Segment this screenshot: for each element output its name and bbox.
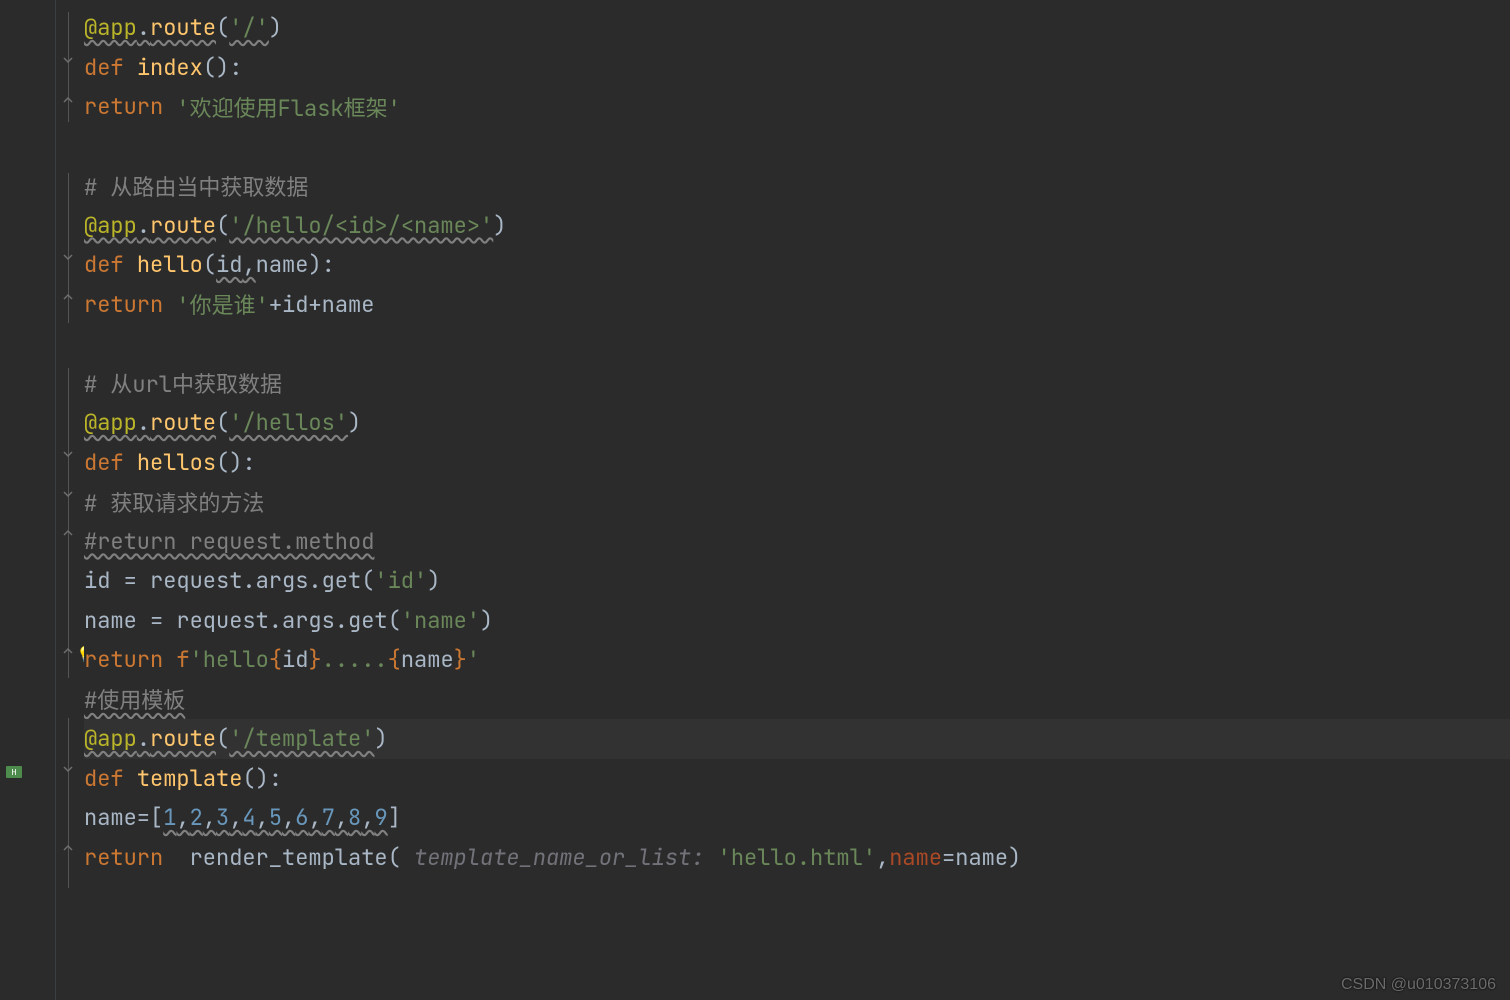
code-line[interactable]: # 从url中获取数据: [84, 364, 1510, 404]
code-line[interactable]: name=[1,2,3,4,5,6,7,8,9]: [84, 798, 1510, 838]
code-line[interactable]: # 获取请求的方法: [84, 482, 1510, 522]
gutter-left[interactable]: H: [0, 0, 56, 1000]
fold-marker-icon[interactable]: [60, 53, 76, 67]
code-line[interactable]: [84, 127, 1510, 167]
code-area[interactable]: @app.route('/') def index(): return '欢迎使…: [84, 0, 1510, 1000]
fold-end-icon: [60, 93, 76, 107]
svg-text:H: H: [12, 768, 17, 777]
code-line[interactable]: id = request.args.get('id'): [84, 561, 1510, 601]
code-line[interactable]: [84, 324, 1510, 364]
code-line[interactable]: # 从路由当中获取数据: [84, 166, 1510, 206]
watermark-text: CSDN @u010373106: [1341, 976, 1496, 994]
code-line[interactable]: return '欢迎使用Flask框架': [84, 87, 1510, 127]
fold-end-icon: [60, 841, 76, 855]
code-line[interactable]: name = request.args.get('name'): [84, 601, 1510, 641]
fold-marker-icon[interactable]: [60, 487, 76, 501]
code-line[interactable]: return f'hello{id}.....{name}': [84, 640, 1510, 680]
code-line[interactable]: return '你是谁'+id+name: [84, 285, 1510, 325]
fold-marker-icon[interactable]: [60, 762, 76, 776]
code-line[interactable]: def index():: [84, 48, 1510, 88]
code-line[interactable]: #使用模板: [84, 680, 1510, 720]
inline-parameter-hint: template_name_or_list:: [401, 843, 718, 872]
code-line[interactable]: return render_template( template_name_or…: [84, 838, 1510, 878]
code-line[interactable]: @app.route('/hello/<id>/<name>'): [84, 206, 1510, 246]
code-editor[interactable]: H 💡 @app.route('/') def index(): return …: [0, 0, 1510, 1000]
fold-marker-icon[interactable]: [60, 250, 76, 264]
fold-marker-icon[interactable]: [60, 447, 76, 461]
html-file-icon: H: [4, 760, 24, 780]
code-line[interactable]: #return request.method: [84, 522, 1510, 562]
fold-end-icon: [60, 644, 76, 658]
gutter-fold[interactable]: 💡: [56, 0, 84, 1000]
code-line[interactable]: def hellos():: [84, 443, 1510, 483]
fold-end-icon: [60, 526, 76, 540]
code-line-current[interactable]: @app.route('/template'): [84, 719, 1510, 759]
code-line[interactable]: @app.route('/'): [84, 8, 1510, 48]
fold-end-icon: [60, 290, 76, 304]
code-line[interactable]: @app.route('/hellos'): [84, 403, 1510, 443]
code-line[interactable]: def hello(id,name):: [84, 245, 1510, 285]
code-line[interactable]: def template():: [84, 759, 1510, 799]
